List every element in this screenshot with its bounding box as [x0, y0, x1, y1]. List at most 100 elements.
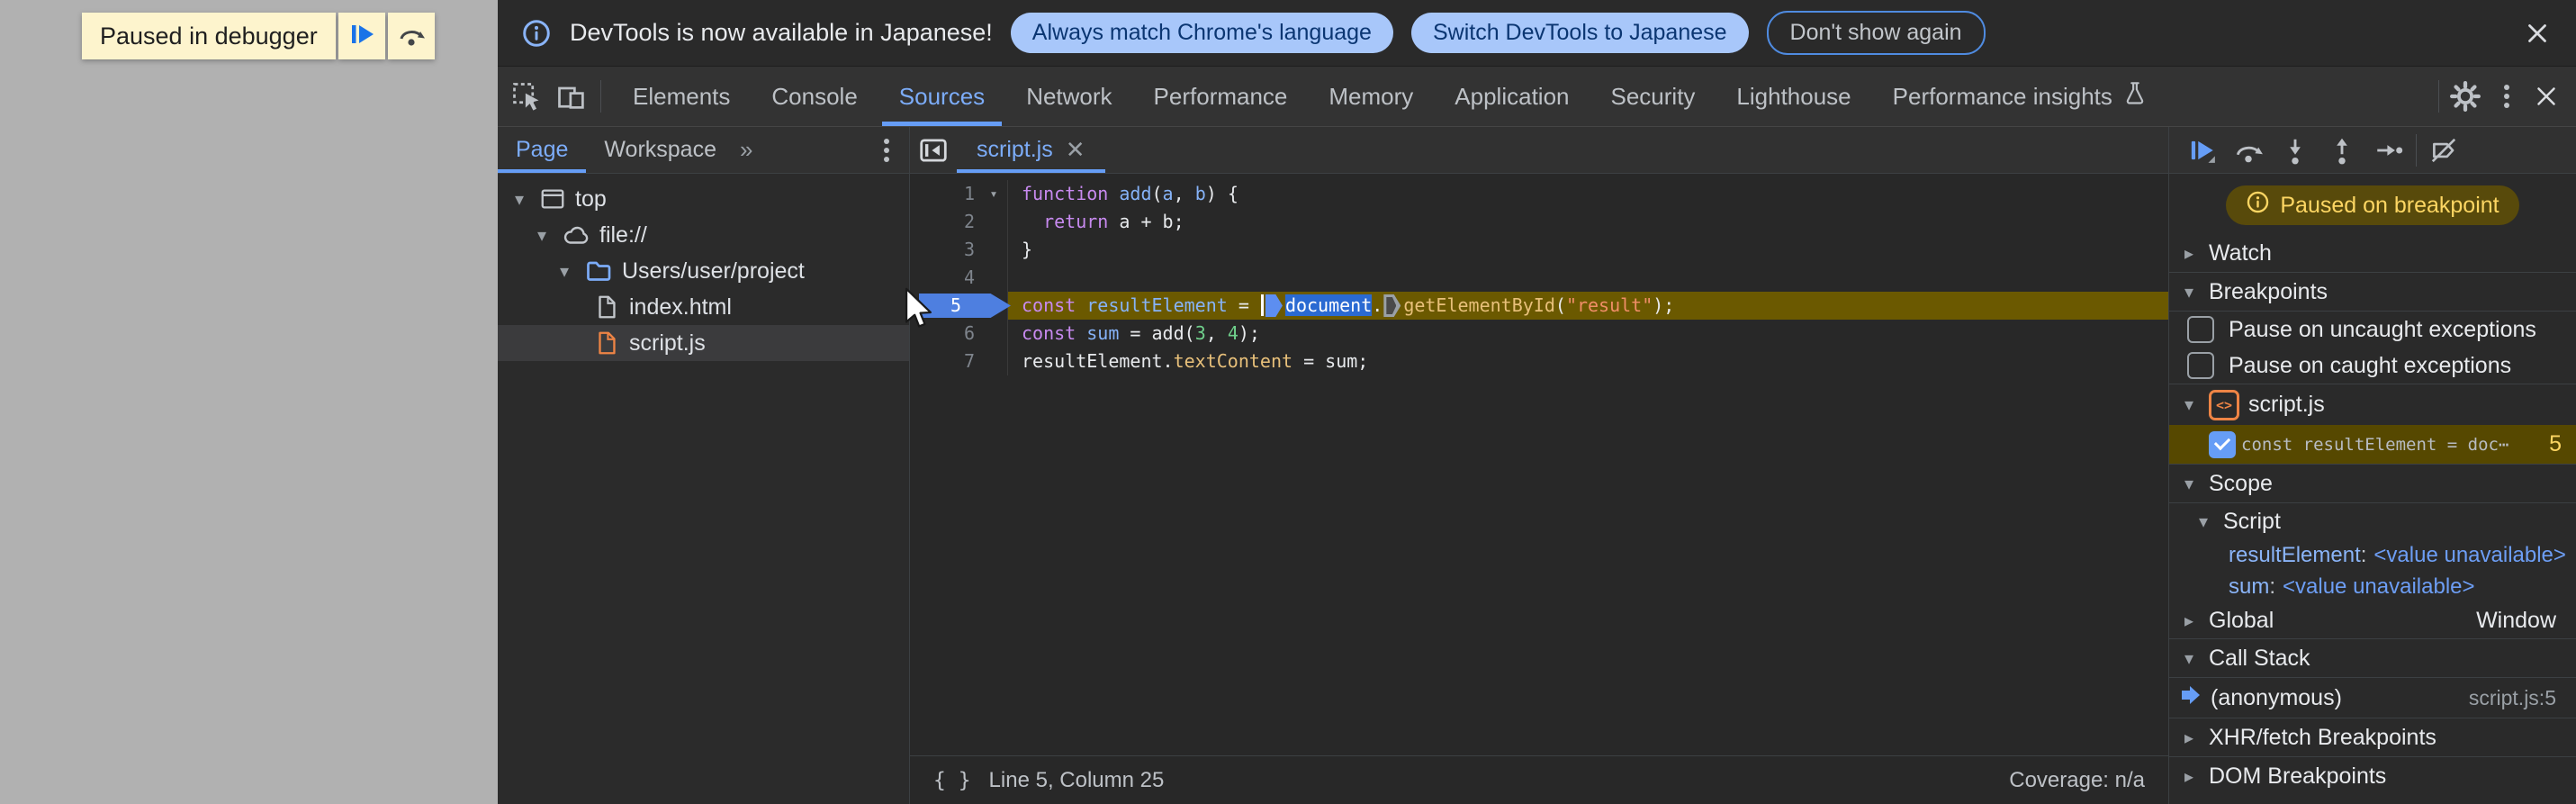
- pause-uncaught-row[interactable]: Pause on uncaught exceptions: [2169, 312, 2576, 348]
- code-text[interactable]: }: [1008, 236, 2168, 264]
- section-breakpoints[interactable]: ▾ Breakpoints: [2169, 273, 2576, 312]
- pause-uncaught-checkbox[interactable]: [2187, 316, 2214, 343]
- more-options-kebab-icon[interactable]: [2504, 94, 2509, 99]
- step-icon[interactable]: [2369, 131, 2409, 170]
- step-into-icon[interactable]: [2275, 131, 2315, 170]
- tab-memory[interactable]: Memory: [1308, 67, 1434, 126]
- line-number[interactable]: 2: [910, 208, 980, 236]
- collapse-arrow-icon[interactable]: ▾: [2178, 473, 2200, 495]
- tab-close-icon[interactable]: ✕: [1066, 136, 1085, 164]
- expand-arrow-icon[interactable]: ▾: [554, 260, 575, 283]
- code-text[interactable]: const resultElement = document. getElemen…: [1008, 292, 2168, 320]
- collapse-arrow-icon[interactable]: ▸: [2178, 242, 2200, 265]
- deactivate-breakpoints-icon[interactable]: [2424, 131, 2463, 170]
- collapse-arrow-icon[interactable]: ▸: [2178, 765, 2200, 788]
- resume-script-button[interactable]: [338, 13, 385, 59]
- expand-arrow-icon[interactable]: ▾: [531, 224, 553, 247]
- tree-item-script-js[interactable]: script.js: [498, 325, 909, 361]
- main-toolbar: Elements Console Sources Network Perform…: [498, 67, 2576, 127]
- collapse-arrow-icon[interactable]: ▸: [2178, 727, 2200, 749]
- breakpoint-file-group[interactable]: ▾ <> script.js: [2169, 384, 2576, 425]
- file-html-icon: [593, 294, 620, 321]
- code-text[interactable]: return a + b;: [1008, 208, 2168, 236]
- section-watch[interactable]: ▸ Watch: [2169, 234, 2576, 273]
- tab-workspace[interactable]: Workspace: [586, 127, 734, 173]
- section-call-stack[interactable]: ▾ Call Stack: [2169, 638, 2576, 678]
- navigator-kebab-icon[interactable]: [871, 147, 909, 153]
- tree-item-index-html[interactable]: index.html: [498, 289, 909, 325]
- section-dom-breakpoints[interactable]: ▸ DOM Breakpoints: [2169, 756, 2576, 795]
- collapse-arrow-icon[interactable]: ▾: [2178, 281, 2200, 303]
- tab-security[interactable]: Security: [1590, 67, 1716, 126]
- tab-sources[interactable]: Sources: [878, 67, 1005, 126]
- tab-elements[interactable]: Elements: [612, 67, 751, 126]
- switch-to-japanese-button[interactable]: Switch DevTools to Japanese: [1410, 13, 1749, 53]
- code-text[interactable]: function add(a, b) {: [1008, 180, 2168, 208]
- line-number[interactable]: 3: [910, 236, 980, 264]
- line-number[interactable]: 6: [910, 320, 980, 348]
- scope-variable[interactable]: sum: <value unavailable>: [2169, 571, 2576, 602]
- collapse-arrow-icon[interactable]: ▾: [2178, 393, 2200, 416]
- device-toolbar-icon[interactable]: [555, 80, 588, 113]
- tab-console[interactable]: Console: [751, 67, 878, 126]
- tab-network[interactable]: Network: [1005, 67, 1132, 126]
- section-xhr-breakpoints[interactable]: ▸ XHR/fetch Breakpoints: [2169, 718, 2576, 756]
- code-text[interactable]: const sum = add(3, 4);: [1008, 320, 2168, 348]
- pretty-print-icon[interactable]: { }: [933, 769, 971, 792]
- fold-arrow-icon[interactable]: ▾: [980, 180, 1007, 208]
- scope-script-group[interactable]: ▾ Script: [2169, 503, 2576, 539]
- tree-item-file-protocol[interactable]: ▾ file://: [498, 217, 909, 253]
- tab-page[interactable]: Page: [498, 127, 587, 173]
- line-gutter[interactable]: 2: [910, 208, 1008, 236]
- section-scope[interactable]: ▾ Scope: [2169, 464, 2576, 503]
- collapse-arrow-icon[interactable]: ▾: [2178, 647, 2200, 670]
- code-area[interactable]: 1 ▾ function add(a, b) { 2 return a + b; 3} 4…: [910, 174, 2168, 755]
- line-number[interactable]: 4: [910, 264, 980, 292]
- breakpoint-flag[interactable]: 5: [919, 294, 1011, 318]
- pause-caught-checkbox[interactable]: [2187, 352, 2214, 379]
- line-gutter[interactable]: 3: [910, 236, 1008, 264]
- expand-arrow-icon[interactable]: ▾: [509, 188, 530, 211]
- continue-to-here-marker-active[interactable]: [1265, 294, 1283, 317]
- tab-performance-insights[interactable]: Performance insights: [1872, 67, 2169, 126]
- editor-tab-script-js[interactable]: script.js ✕: [957, 127, 1105, 173]
- settings-gear-icon[interactable]: [2448, 79, 2482, 113]
- line-gutter[interactable]: 7: [910, 348, 1008, 375]
- breakpoint-entry[interactable]: const resultElement = doc⋯ 5: [2169, 425, 2576, 464]
- step-over-icon: [397, 20, 426, 53]
- tab-lighthouse[interactable]: Lighthouse: [1716, 67, 1871, 126]
- dont-show-again-button[interactable]: Don't show again: [1766, 11, 1986, 55]
- tree-item-project-folder[interactable]: ▾ Users/user/project: [498, 253, 909, 289]
- step-over-icon[interactable]: [2229, 131, 2268, 170]
- breakpoint-enabled-checkbox[interactable]: [2209, 430, 2236, 458]
- line-gutter[interactable]: 4: [910, 264, 1008, 292]
- text-caret[interactable]: [1260, 294, 1264, 316]
- continue-to-here-marker[interactable]: [1383, 294, 1401, 317]
- step-over-button-page[interactable]: [387, 13, 435, 59]
- collapse-arrow-icon[interactable]: ▸: [2178, 610, 2200, 632]
- always-match-language-button[interactable]: Always match Chrome's language: [1010, 13, 1393, 53]
- step-out-icon[interactable]: [2322, 131, 2362, 170]
- scope-global-group[interactable]: ▸ Global Window: [2169, 602, 2576, 638]
- more-tabs-chevron[interactable]: »: [734, 136, 760, 164]
- notification-close-icon[interactable]: [2522, 18, 2553, 49]
- line-gutter[interactable]: 6: [910, 320, 1008, 348]
- inspect-element-icon[interactable]: [510, 80, 543, 113]
- code-text[interactable]: resultElement.textContent = sum;: [1008, 348, 2168, 375]
- line-number[interactable]: 7: [910, 348, 980, 375]
- scope-variable[interactable]: resultElement: <value unavailable>: [2169, 539, 2576, 571]
- toolbar-separator: [600, 80, 601, 113]
- tab-performance[interactable]: Performance: [1133, 67, 1309, 126]
- toggle-navigator-icon[interactable]: [910, 127, 957, 173]
- collapse-arrow-icon[interactable]: ▾: [2193, 510, 2214, 533]
- line-gutter[interactable]: 5: [910, 292, 1011, 320]
- pause-caught-row[interactable]: Pause on caught exceptions: [2169, 348, 2576, 384]
- code-text[interactable]: [1008, 264, 2168, 292]
- call-stack-frame[interactable]: (anonymous) script.js:5: [2169, 678, 2576, 718]
- line-number[interactable]: 1: [910, 180, 980, 208]
- tree-item-top[interactable]: ▾ top: [498, 181, 909, 217]
- devtools-close-icon[interactable]: [2531, 81, 2562, 112]
- line-gutter[interactable]: 1 ▾: [910, 180, 1008, 208]
- resume-script-icon[interactable]: [2182, 131, 2221, 170]
- tab-application[interactable]: Application: [1434, 67, 1590, 126]
